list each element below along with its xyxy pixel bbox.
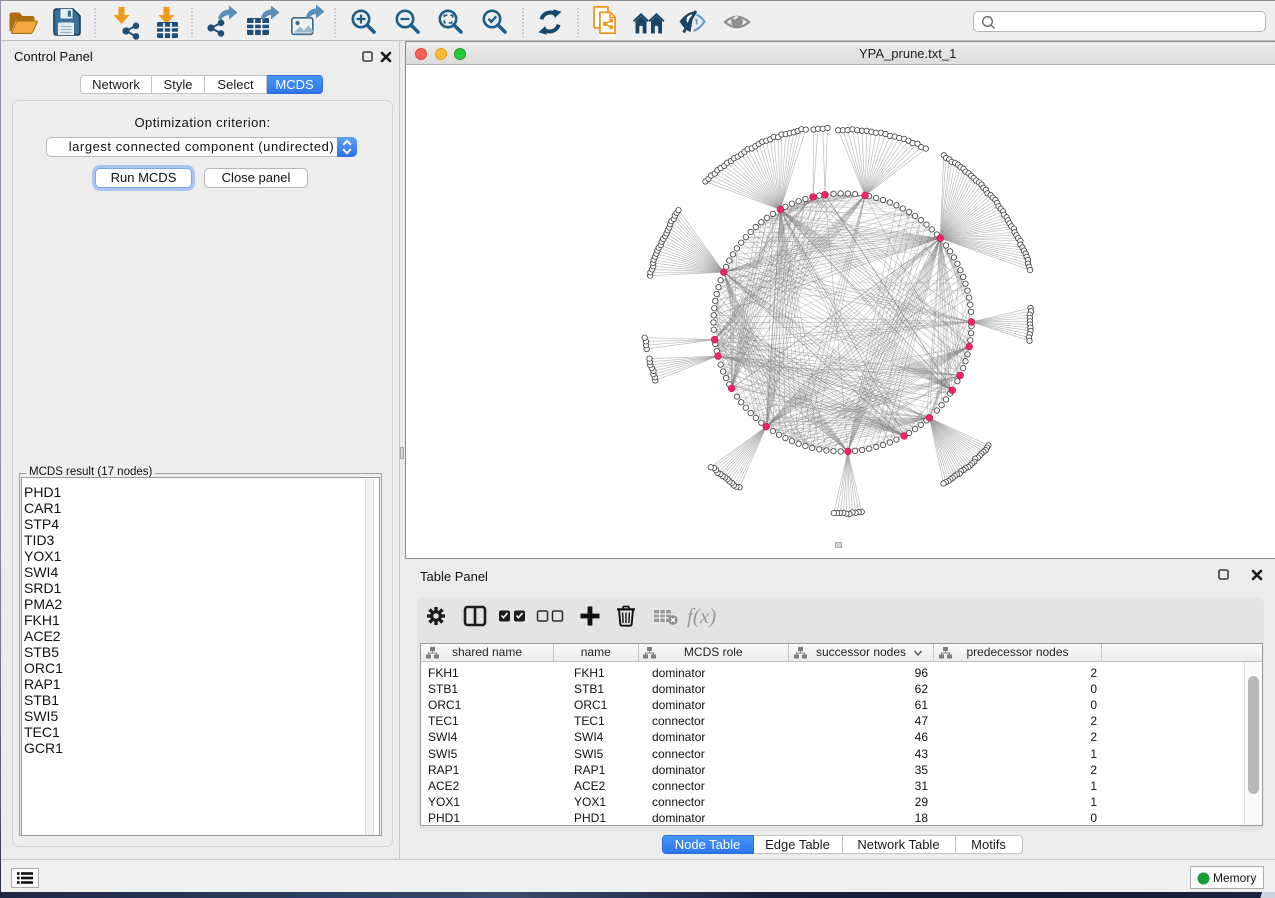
svg-text:f(x): f(x) xyxy=(687,604,716,628)
